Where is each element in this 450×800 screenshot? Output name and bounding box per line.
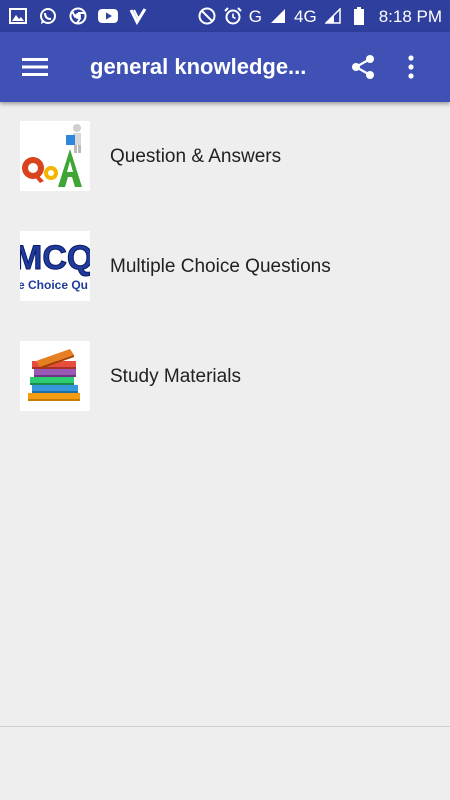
mcq-logo-icon: MCQ e Choice Qu [20,231,90,301]
share-icon [352,55,374,79]
hamburger-menu-icon [22,58,48,76]
status-time: 8:18 PM [378,6,442,26]
youtube-icon [98,6,118,26]
network-type-4g: 4G [294,6,317,26]
more-vert-icon [408,55,414,79]
list-item-multiple-choice[interactable]: MCQ e Choice Qu Multiple Choice Question… [0,212,450,322]
notification-icons [8,6,148,26]
list-item-question-answers[interactable]: Question & Answers [0,102,450,212]
image-icon [8,6,28,26]
mcq-big-text: MCQ [20,239,90,277]
alarm-icon [223,6,243,26]
chrome-icon [68,6,88,26]
category-list: Question & Answers MCQ e Choice Qu Multi… [0,102,450,432]
app-bar: general knowledge... [0,32,450,102]
vidmate-icon [128,6,148,26]
list-item-label: Multiple Choice Questions [110,256,331,277]
list-item-label: Study Materials [110,366,241,387]
menu-button[interactable] [0,32,70,102]
status-bar: G 4G 8:18 PM [0,0,450,32]
system-icons: G 4G 8:18 PM [197,6,442,26]
mcq-small-text: e Choice Qu [20,278,88,292]
list-item-study-materials[interactable]: Study Materials [0,322,450,432]
list-item-label: Question & Answers [110,146,282,167]
network-type-g: G [248,6,262,26]
battery-icon [349,6,369,26]
books-stack-icon [20,341,90,411]
signal-strength-icon [323,6,343,26]
signal-icon [268,6,288,26]
bottom-divider [0,726,450,727]
screen: G 4G 8:18 PM general knowledge... Questi… [0,0,450,800]
page-title: general knowledge... [90,54,307,79]
do-not-disturb-icon [197,6,217,26]
whatsapp-icon [38,6,58,26]
share-button[interactable] [338,32,388,102]
more-options-button[interactable] [388,32,434,102]
qa-letters-icon [20,121,90,191]
